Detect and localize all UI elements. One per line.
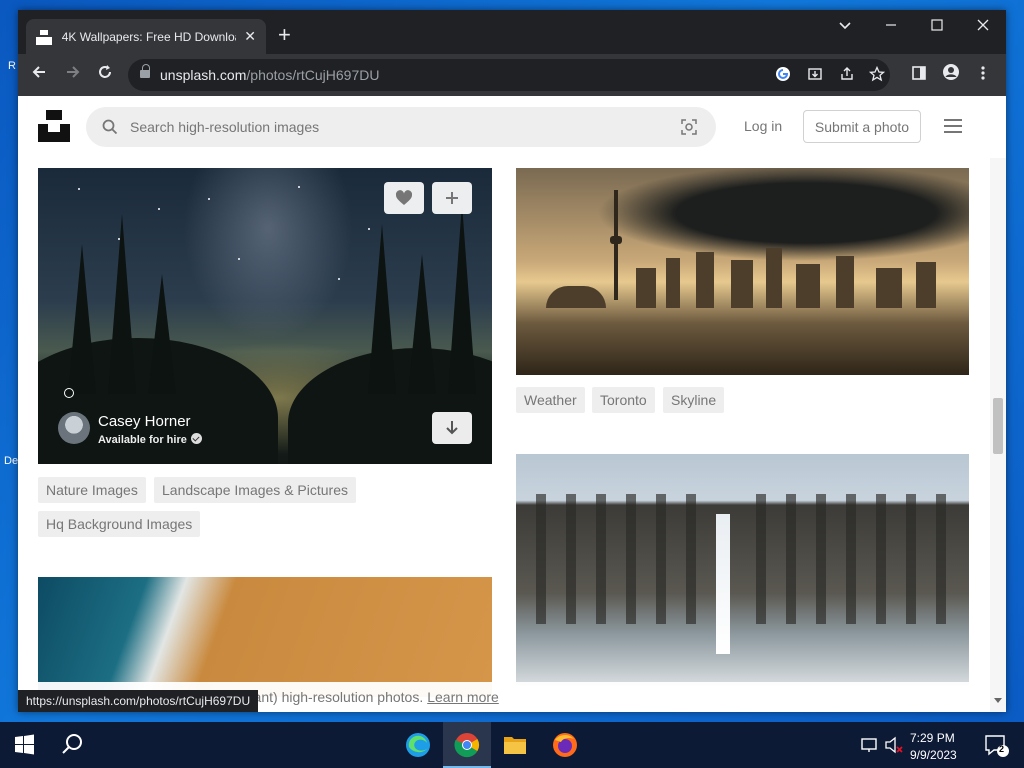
lock-icon[interactable] [140, 64, 150, 80]
url-host: unsplash.com [160, 67, 247, 83]
search-input[interactable] [130, 107, 670, 147]
browser-window: 4K Wallpapers: Free HD Downloads ✕ + uns… [18, 10, 1006, 712]
back-arrow-icon[interactable] [26, 62, 52, 88]
new-tab-button[interactable]: + [278, 24, 291, 46]
close-window-icon[interactable] [960, 18, 1006, 35]
tab-close-icon[interactable]: ✕ [244, 28, 256, 45]
reload-icon[interactable] [92, 62, 118, 88]
submit-photo-button[interactable]: Submit a photo [803, 110, 921, 143]
install-app-icon[interactable] [806, 66, 824, 84]
tab-strip: 4K Wallpapers: Free HD Downloads ✕ + [18, 10, 1006, 54]
search-icon[interactable] [102, 119, 118, 135]
add-to-collection-button[interactable] [432, 182, 472, 214]
heart-icon [395, 190, 413, 205]
page-scrollbar[interactable] [990, 158, 1006, 712]
author-avatar[interactable] [58, 412, 90, 444]
like-button[interactable] [384, 182, 424, 214]
status-bar-url: https://unsplash.com/photos/rtCujH697DU [18, 690, 259, 712]
windows-start-icon[interactable] [0, 722, 48, 768]
unsplash-page: Log in Submit a photo [18, 96, 1006, 712]
site-header: Log in Submit a photo [18, 96, 1006, 158]
profile-icon[interactable] [938, 62, 964, 88]
download-button[interactable] [432, 412, 472, 444]
photo-forest-milky-way[interactable]: Casey Horner Available for hire [38, 168, 492, 464]
taskbar: 7:29 PM 9/9/2023 2 [0, 722, 1024, 768]
tag-hq-background-images[interactable]: Hq Background Images [38, 511, 201, 537]
bookmark-star-icon[interactable] [868, 65, 886, 84]
notification-count: 2 [999, 744, 1005, 754]
taskbar-search-icon[interactable] [48, 722, 96, 768]
login-link[interactable]: Log in [744, 118, 782, 134]
unsplash-favicon-icon [36, 29, 52, 45]
unsplash-logo-icon[interactable] [38, 110, 70, 142]
forward-arrow-icon[interactable] [60, 62, 86, 88]
tag-nature-images[interactable]: Nature Images [38, 477, 146, 503]
side-panel-icon[interactable] [906, 62, 932, 88]
search-bar [86, 107, 716, 147]
maximize-icon[interactable] [914, 18, 960, 35]
tab-title: 4K Wallpapers: Free HD Downloads [61, 29, 237, 44]
edge-icon[interactable] [394, 722, 442, 768]
volume-muted-icon[interactable] [882, 722, 906, 768]
chrome-icon[interactable] [443, 722, 491, 768]
learn-more-link[interactable]: Learn more [427, 689, 499, 705]
clock-date[interactable]: 9/9/2023 [910, 748, 957, 762]
verified-check-icon [190, 433, 202, 444]
scroll-down-arrow-icon[interactable] [994, 698, 1002, 703]
file-explorer-icon[interactable] [491, 722, 539, 768]
browser-toolbar: unsplash.com/photos/rtCujH697DU [18, 54, 1006, 96]
notifications-icon[interactable]: 2 [976, 722, 1024, 768]
photo-toronto-skyline[interactable] [516, 168, 969, 375]
minimize-icon[interactable] [868, 18, 914, 35]
scroll-thumb[interactable] [993, 398, 1003, 454]
clock-time[interactable]: 7:29 PM [910, 731, 955, 745]
tag-landscape-images[interactable]: Landscape Images & Pictures [154, 477, 356, 503]
photo-ocean-beach[interactable] [38, 577, 492, 697]
share-icon[interactable] [838, 66, 856, 84]
tag-weather[interactable]: Weather [516, 387, 585, 413]
tab-unsplash[interactable]: 4K Wallpapers: Free HD Downloads ✕ [26, 19, 266, 54]
url-path: /photos/rtCujH697DU [246, 67, 380, 83]
author-name[interactable]: Casey Horner [98, 413, 191, 430]
address-bar[interactable]: unsplash.com/photos/rtCujH697DU [128, 59, 890, 91]
menu-icon[interactable] [944, 119, 962, 133]
photo-basalt-waterfall[interactable] [516, 454, 969, 686]
google-translate-icon[interactable] [774, 66, 792, 84]
browser-menu-icon[interactable] [970, 62, 996, 88]
visual-search-icon[interactable] [680, 118, 698, 136]
url-text: unsplash.com/photos/rtCujH697DU [160, 67, 379, 83]
tag-skyline[interactable]: Skyline [663, 387, 725, 413]
firefox-icon[interactable] [541, 722, 589, 768]
plus-icon [446, 192, 458, 204]
tab-search-icon[interactable] [822, 18, 868, 35]
desktop-icon-fragment: De [4, 455, 19, 467]
zoom-marker-icon [64, 388, 74, 398]
download-icon [446, 421, 458, 435]
tag-toronto[interactable]: Toronto [592, 387, 655, 413]
author-hire-status: Available for hire [98, 433, 202, 446]
desktop-icon-fragment: R [8, 60, 16, 72]
network-icon[interactable] [858, 722, 882, 768]
